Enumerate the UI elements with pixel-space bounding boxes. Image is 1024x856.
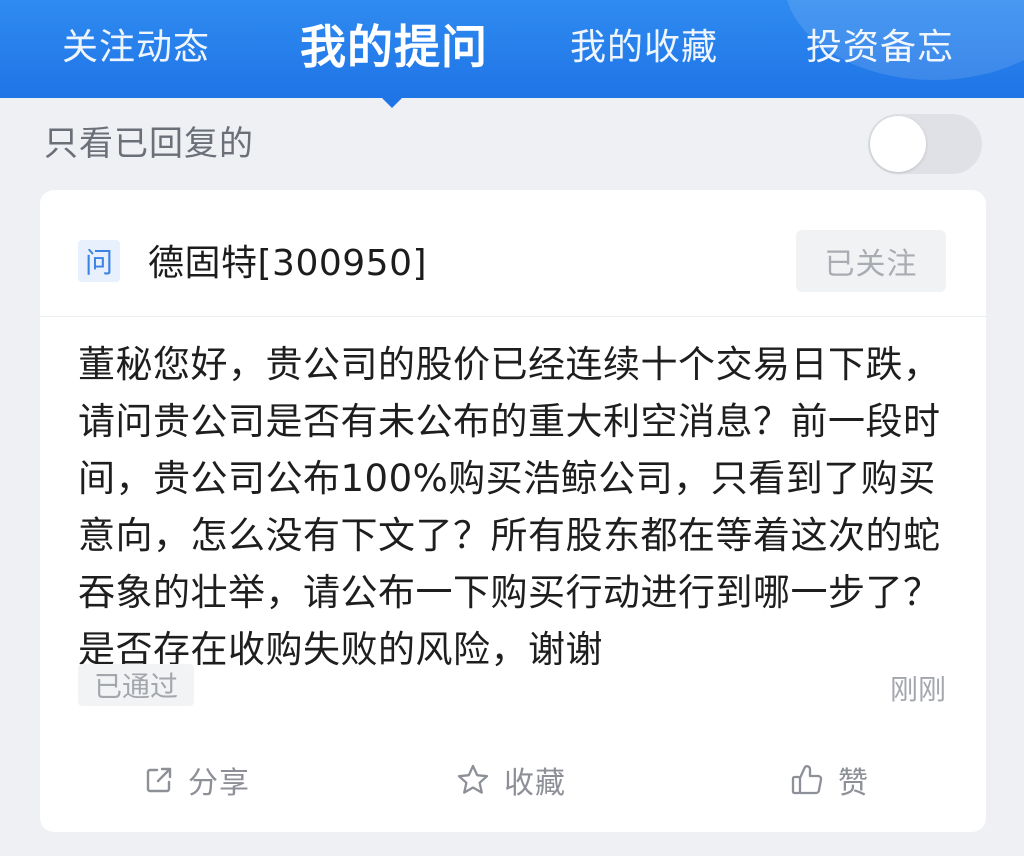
favorite-button[interactable]: 收藏 <box>456 750 566 810</box>
post-time: 刚刚 <box>889 673 946 706</box>
replied-only-filter-label: 只看已回复的 <box>44 124 254 164</box>
app-screen: 关注动态 我的提问 我的收藏 投资备忘 只看已回复的 问 德固特[300950]… <box>0 0 1024 856</box>
like-button[interactable]: 赞 <box>790 750 869 810</box>
stock-name[interactable]: 德固特[300950] <box>148 234 427 286</box>
card-actions: 分享 收藏 赞 <box>40 750 986 810</box>
share-label: 分享 <box>188 766 250 801</box>
tab-my-questions[interactable]: 我的提问 <box>300 0 488 88</box>
status-badge: 已通过 <box>78 664 195 706</box>
question-text: 董秘您好，贵公司的股价已经连续十个交易日下跌，请问贵公司是否有未公布的重大利空消… <box>78 343 941 671</box>
thumbs-up-icon <box>791 765 823 795</box>
favorite-label: 收藏 <box>504 766 566 801</box>
tab-investment-memo[interactable]: 投资备忘 <box>806 0 954 88</box>
question-card[interactable]: 问 德固特[300950] 已关注 董秘您好，贵公司的股价已经连续十个交易日下跌… <box>40 190 986 832</box>
share-icon <box>146 767 172 793</box>
active-tab-indicator <box>380 96 404 108</box>
tab-header: 关注动态 我的提问 我的收藏 投资备忘 <box>0 0 1024 98</box>
question-badge: 问 <box>78 240 120 282</box>
card-divider <box>40 316 986 317</box>
toggle-knob <box>870 116 926 172</box>
like-label: 赞 <box>838 766 869 801</box>
share-button[interactable]: 分享 <box>144 750 250 810</box>
replied-only-toggle[interactable] <box>868 114 982 174</box>
followed-button[interactable]: 已关注 <box>796 230 946 292</box>
tab-my-favorites[interactable]: 我的收藏 <box>570 0 718 88</box>
star-icon <box>457 764 489 794</box>
tab-following-feed[interactable]: 关注动态 <box>62 0 210 88</box>
